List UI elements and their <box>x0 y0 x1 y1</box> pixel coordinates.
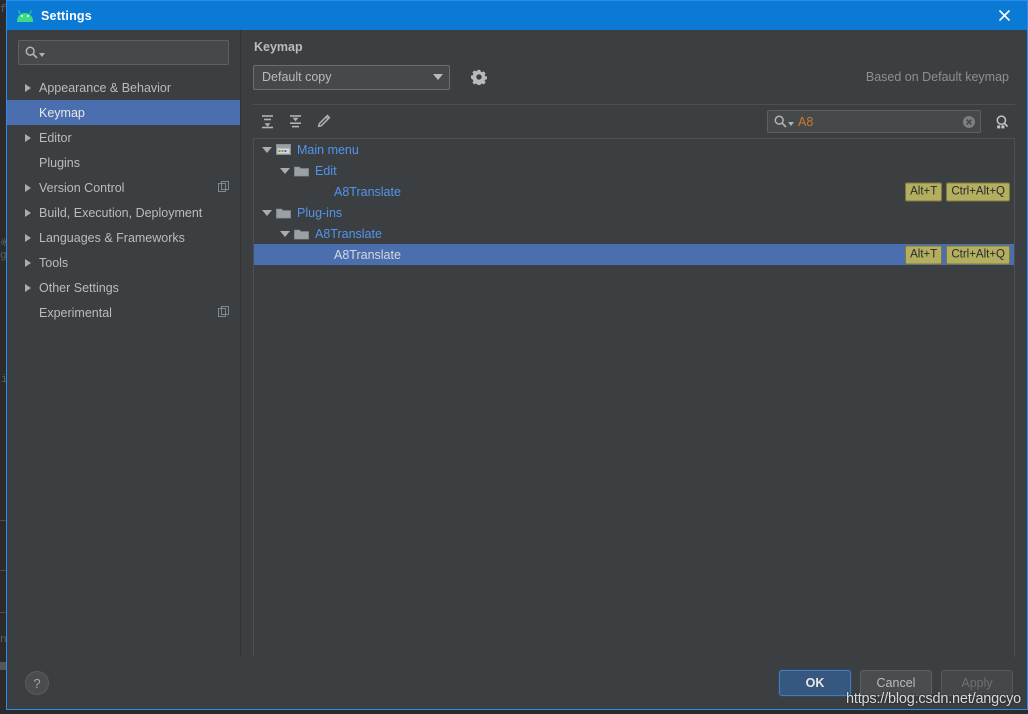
ok-button[interactable]: OK <box>779 670 851 696</box>
keymap-toolbar: A8 <box>253 104 1015 138</box>
sidebar-item-build-execution-deployment[interactable]: Build, Execution, Deployment <box>7 200 240 225</box>
cancel-button[interactable]: Cancel <box>860 670 932 696</box>
search-icon <box>25 46 38 59</box>
keymap-panel: Keymap Default copy Based on Default key… <box>241 30 1027 657</box>
footer-button-group: OK Cancel Apply <box>779 670 1013 696</box>
keymap-select[interactable]: Default copy <box>253 64 450 90</box>
help-button[interactable]: ? <box>25 671 49 695</box>
collapse-all-button[interactable] <box>283 110 307 134</box>
sidebar-item-experimental[interactable]: Experimental <box>7 300 240 325</box>
sidebar-item-plugins[interactable]: Plugins <box>7 150 240 175</box>
tree-row[interactable]: A8Translate Alt+T Ctrl+Alt+Q <box>254 244 1014 265</box>
find-input-value: A8 <box>798 114 814 129</box>
tree-row[interactable]: Edit <box>254 160 1014 181</box>
shortcut-badge: Alt+T <box>905 182 943 201</box>
chevron-down-icon[interactable] <box>276 167 294 174</box>
project-scope-icon <box>218 180 229 195</box>
shortcut-badge: Ctrl+Alt+Q <box>946 245 1010 264</box>
chevron-down-icon[interactable] <box>258 209 276 216</box>
chevron-right-icon[interactable] <box>25 258 31 267</box>
no-chevron-spacer <box>25 158 31 167</box>
sidebar-item-appearance-behavior[interactable]: Appearance & Behavior <box>7 75 240 100</box>
sidebar-item-label: Appearance & Behavior <box>39 80 172 95</box>
android-icon <box>17 8 33 24</box>
dialog-titlebar: Settings <box>7 1 1027 30</box>
sidebar-item-label: Keymap <box>39 105 85 120</box>
keymap-selector-row: Default copy Based on Default keymap <box>253 64 1015 90</box>
search-input[interactable] <box>45 45 222 60</box>
shortcut-badges: Alt+T Ctrl+Alt+Q <box>905 245 1010 264</box>
tree-row-label: A8Translate <box>334 247 401 262</box>
edit-pencil-icon[interactable] <box>311 110 335 134</box>
dialog-footer: ? OK Cancel Apply https://blog.csdn.net/… <box>7 657 1027 709</box>
gear-icon[interactable] <box>468 66 490 88</box>
shortcut-badge: Ctrl+Alt+Q <box>946 182 1010 201</box>
tree-row-label: Main menu <box>297 142 359 157</box>
sidebar-item-tools[interactable]: Tools <box>7 250 240 275</box>
chevron-right-icon[interactable] <box>25 233 31 242</box>
dialog-title: Settings <box>41 8 92 23</box>
settings-sidebar: Appearance & Behavior Keymap Editor Plug… <box>7 30 241 657</box>
project-scope-icon <box>218 305 229 320</box>
sidebar-item-keymap[interactable]: Keymap <box>7 100 240 125</box>
search-icon <box>774 115 787 128</box>
sidebar-item-label: Other Settings <box>39 280 119 295</box>
find-by-shortcut-icon[interactable] <box>991 110 1015 134</box>
no-chevron-spacer <box>25 108 31 117</box>
chevron-right-icon[interactable] <box>25 208 31 217</box>
apply-button: Apply <box>941 670 1013 696</box>
based-on-label: Based on Default keymap <box>865 70 1009 84</box>
sidebar-item-editor[interactable]: Editor <box>7 125 240 150</box>
page-title: Keymap <box>254 40 303 54</box>
chevron-right-icon[interactable] <box>25 183 31 192</box>
shortcut-badge: Alt+T <box>905 245 943 264</box>
sidebar-item-label: Experimental <box>39 305 112 320</box>
tree-row-label: A8Translate <box>334 184 401 199</box>
settings-dialog: Settings Appearance & Behavior Keymap Ed… <box>6 0 1028 710</box>
settings-category-list: Appearance & Behavior Keymap Editor Plug… <box>7 73 240 657</box>
chevron-right-icon[interactable] <box>25 283 31 292</box>
chevron-down-icon[interactable] <box>258 146 276 153</box>
clear-icon[interactable] <box>962 115 976 129</box>
tree-row[interactable]: A8Translate Alt+T Ctrl+Alt+Q <box>254 181 1014 202</box>
chevron-right-icon[interactable] <box>25 83 31 92</box>
tree-row-label: Edit <box>315 163 337 178</box>
sidebar-item-label: Version Control <box>39 180 125 195</box>
folder-icon <box>276 207 295 219</box>
sidebar-item-label: Plugins <box>39 155 80 170</box>
expand-all-button[interactable] <box>255 110 279 134</box>
tree-row[interactable]: Plug-ins <box>254 202 1014 223</box>
chevron-down-icon[interactable] <box>427 66 449 89</box>
dialog-body: Appearance & Behavior Keymap Editor Plug… <box>7 30 1027 657</box>
tree-row[interactable]: A8Translate <box>254 223 1014 244</box>
shortcut-badges: Alt+T Ctrl+Alt+Q <box>905 182 1010 201</box>
sidebar-item-other-settings[interactable]: Other Settings <box>7 275 240 300</box>
sidebar-item-label: Build, Execution, Deployment <box>39 205 203 220</box>
sidebar-item-version-control[interactable]: Version Control <box>7 175 240 200</box>
chevron-down-icon[interactable] <box>276 230 294 237</box>
sidebar-search-box[interactable] <box>18 40 229 65</box>
find-shortcut-input[interactable]: A8 <box>767 110 981 133</box>
tree-row-label: A8Translate <box>315 226 382 241</box>
keymap-select-value: Default copy <box>262 70 332 84</box>
tree-row-label: Plug-ins <box>297 205 343 220</box>
sidebar-item-label: Tools <box>39 255 69 270</box>
sidebar-item-languages-frameworks[interactable]: Languages & Frameworks <box>7 225 240 250</box>
keymap-action-tree[interactable]: Main menu Edit A8Translate Alt+T Ctrl+Al… <box>253 138 1015 657</box>
sidebar-search-wrapper <box>7 30 240 73</box>
chevron-right-icon[interactable] <box>25 133 31 142</box>
sidebar-item-label: Editor <box>39 130 72 145</box>
folder-icon <box>294 228 313 240</box>
find-actions-wrapper: A8 <box>767 110 1015 134</box>
tree-row[interactable]: Main menu <box>254 139 1014 160</box>
close-icon[interactable] <box>981 1 1027 30</box>
no-chevron-spacer <box>25 308 31 317</box>
sidebar-item-label: Languages & Frameworks <box>39 230 185 245</box>
folder-icon <box>294 165 313 177</box>
menu-bar-icon <box>276 143 295 156</box>
